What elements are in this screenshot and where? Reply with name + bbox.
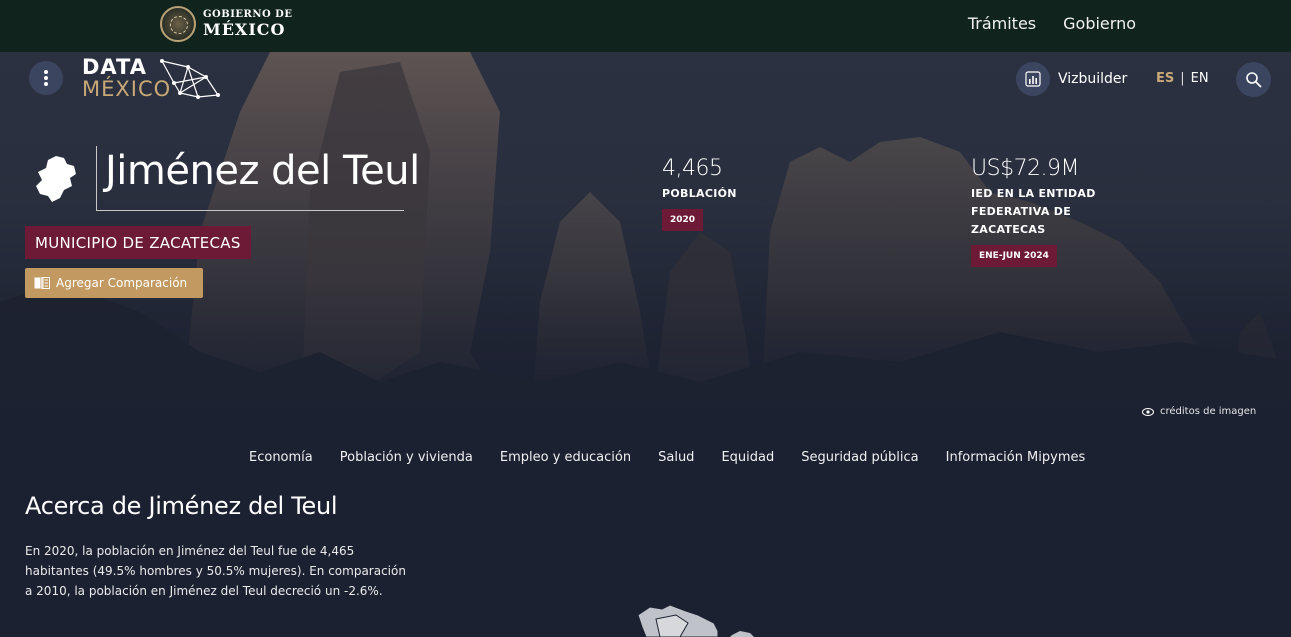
lang-separator: |: [1180, 71, 1185, 86]
gov-logo-text: GOBIERNO DE MÉXICO: [203, 10, 292, 38]
section-nav-poblacion[interactable]: Población y vivienda: [340, 450, 473, 465]
eye-icon: [1142, 407, 1154, 416]
kebab-menu-icon: [44, 70, 48, 86]
lang-es[interactable]: ES: [1156, 71, 1174, 86]
menu-button[interactable]: [29, 61, 63, 95]
vizbuilder-label: Vizbuilder: [1058, 71, 1128, 87]
add-comparison-button[interactable]: Agregar Comparación: [25, 268, 203, 298]
gov-logo-line1: GOBIERNO DE: [203, 9, 293, 20]
search-button[interactable]: [1236, 62, 1271, 97]
stat-label: IED EN LA ENTIDAD FEDERATIVA DE ZACATECA…: [971, 187, 1096, 236]
stat-year-badge: 2020: [662, 209, 704, 231]
section-nav-salud[interactable]: Salud: [658, 450, 694, 465]
page-title: Jiménez del Teul: [105, 148, 420, 194]
about-text: En 2020, la población en Jiménez del Teu…: [25, 544, 406, 598]
stat-period-badge: ENE-JUN 2024: [971, 245, 1057, 267]
image-credits-label: créditos de imagen: [1160, 406, 1257, 417]
gov-header: GOBIERNO DE MÉXICO Trámites Gobierno: [0, 0, 1291, 52]
gov-logo-line2: MÉXICO: [203, 20, 286, 39]
stat-ied: US$72.9M IED EN LA ENTIDAD FEDERATIVA DE…: [971, 156, 1131, 267]
section-nav-empleo[interactable]: Empleo y educación: [500, 450, 631, 465]
section-nav: Economía Población y vivienda Empleo y e…: [249, 450, 1085, 465]
language-switcher: ES | EN: [1156, 71, 1209, 86]
zacatecas-state-shape-icon: [36, 156, 76, 202]
compare-icon: [34, 277, 50, 289]
vizbuilder-button[interactable]: Vizbuilder: [1016, 62, 1127, 96]
gov-nav-gobierno[interactable]: Gobierno: [1063, 14, 1136, 33]
vizbuilder-icon-circle: [1016, 62, 1050, 96]
gov-nav: Trámites Gobierno: [968, 14, 1136, 33]
section-nav-economia[interactable]: Economía: [249, 450, 313, 465]
gov-nav-tramites[interactable]: Trámites: [968, 14, 1036, 33]
image-credits-link[interactable]: créditos de imagen: [1142, 406, 1256, 417]
about-title: Acerca de Jiménez del Teul: [25, 492, 338, 520]
gov-logo[interactable]: GOBIERNO DE MÉXICO: [160, 6, 292, 42]
stat-label: POBLACIÓN: [662, 187, 737, 200]
stat-value: 4,465: [662, 156, 723, 181]
section-nav-seguridad[interactable]: Seguridad pública: [801, 450, 918, 465]
section-nav-equidad[interactable]: Equidad: [721, 450, 774, 465]
lang-en[interactable]: EN: [1191, 71, 1209, 86]
search-icon: [1245, 71, 1262, 88]
bar-chart-icon: [1025, 71, 1041, 87]
section-nav-mipymes[interactable]: Información Mipymes: [946, 450, 1086, 465]
municipality-badge[interactable]: MUNICIPIO DE ZACATECAS: [25, 226, 251, 259]
profile-title-box: Jiménez del Teul: [96, 146, 420, 211]
network-logo-icon: [160, 59, 220, 99]
stat-population: 4,465 POBLACIÓN 2020: [662, 156, 782, 231]
stat-value: US$72.9M: [971, 156, 1080, 181]
add-comparison-label: Agregar Comparación: [56, 276, 188, 290]
national-seal-icon: [160, 6, 196, 42]
municipality-map[interactable]: [636, 605, 756, 637]
